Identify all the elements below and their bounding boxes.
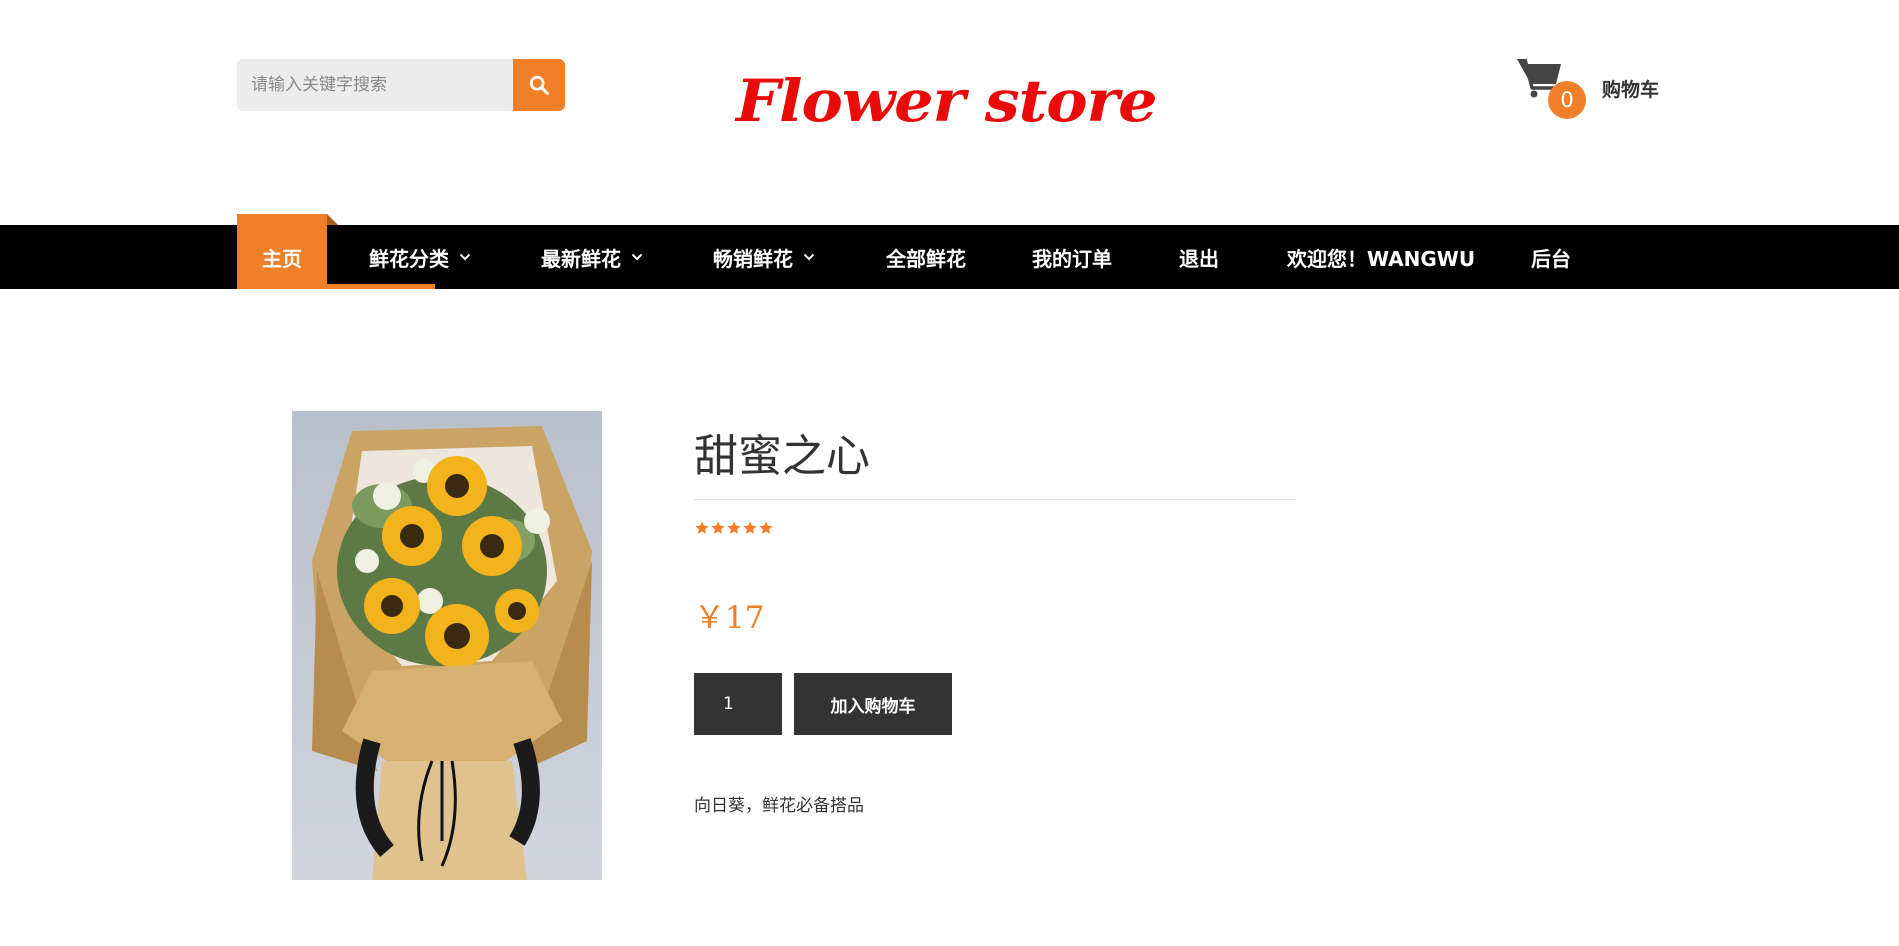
product-rating (694, 520, 774, 536)
product-price: ￥17 (694, 600, 765, 636)
add-to-cart-button[interactable]: 加入购物车 (794, 673, 952, 735)
nav-item-label: 我的订单 (1032, 246, 1112, 271)
nav-item-home[interactable]: 主页 (237, 214, 327, 289)
nav-item-label: 主页 (262, 246, 302, 271)
nav-item-logout[interactable]: 退出 (1179, 225, 1219, 289)
site-logo[interactable]: Flower store (736, 72, 1158, 130)
cart-link[interactable]: 0 购物车 (1515, 55, 1665, 125)
nav-item-label: 全部鲜花 (886, 246, 966, 271)
sunflower-bouquet-image (312, 426, 592, 880)
nav-item-my-orders[interactable]: 我的订单 (1032, 225, 1112, 289)
chevron-down-icon (631, 253, 643, 261)
nav-item-label: 最新鲜花 (541, 246, 621, 271)
nav-item-all-flowers[interactable]: 全部鲜花 (886, 225, 966, 289)
product-title: 甜蜜之心 (694, 431, 870, 482)
nav-item-label: 退出 (1179, 246, 1219, 271)
product-description: 向日葵，鲜花必备搭品 (694, 796, 864, 816)
cart-count-badge: 0 (1548, 81, 1586, 119)
nav-item-admin[interactable]: 后台 (1531, 225, 1571, 289)
star-icon (695, 521, 709, 534)
nav-item-label: 欢迎您！WANGWU (1287, 246, 1476, 271)
main-nav: 主页 鲜花分类 最新鲜花 畅销鲜花 全部鲜花 我的订单 退出 欢迎您！WANGW… (0, 214, 1899, 289)
nav-home-notch (327, 214, 338, 225)
nav-item-welcome-user[interactable]: 欢迎您！WANGWU (1287, 225, 1475, 289)
site-header: Flower store 0 购物车 (0, 0, 1899, 225)
nav-item-label: 鲜花分类 (369, 246, 449, 271)
star-icon (759, 521, 773, 534)
product-image[interactable] (292, 411, 602, 880)
title-divider (694, 499, 1296, 500)
star-icon (727, 521, 741, 534)
chevron-down-icon (459, 253, 471, 261)
chevron-down-icon (803, 253, 815, 261)
search-input[interactable] (237, 59, 513, 111)
quantity-input[interactable] (694, 673, 782, 735)
search-icon (529, 75, 549, 95)
cart-label: 购物车 (1602, 79, 1660, 101)
nav-item-flower-categories[interactable]: 鲜花分类 (369, 225, 471, 289)
star-icon (743, 521, 757, 534)
nav-item-newest-flowers[interactable]: 最新鲜花 (541, 225, 643, 289)
nav-item-label: 后台 (1531, 246, 1571, 271)
star-icon (711, 521, 725, 534)
nav-item-bestselling-flowers[interactable]: 畅销鲜花 (713, 225, 815, 289)
nav-item-label: 畅销鲜花 (713, 246, 793, 271)
search-bar (237, 59, 565, 111)
search-button[interactable] (513, 59, 565, 111)
